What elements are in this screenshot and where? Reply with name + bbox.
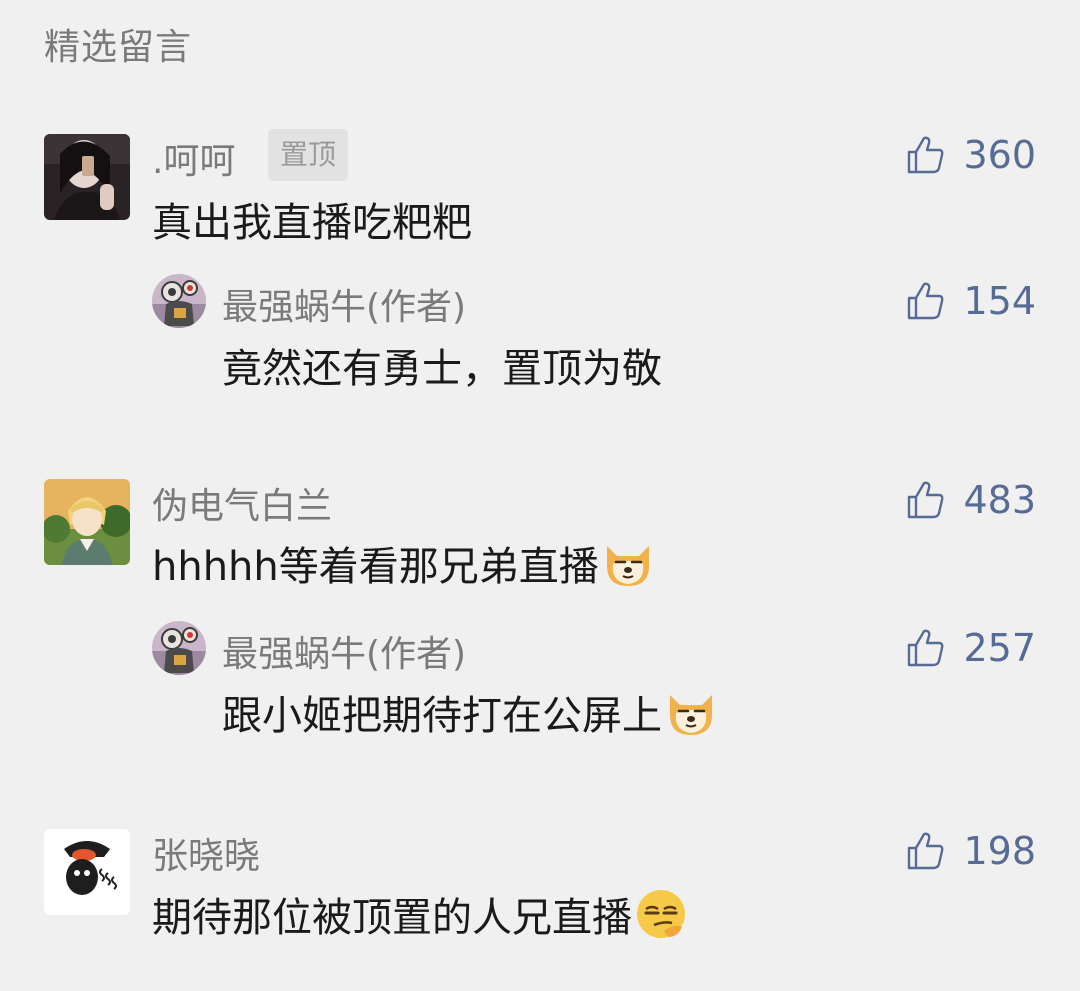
like-button[interactable]: 198 <box>905 829 1036 873</box>
comment-text: hhhhh等着看那兄弟直播 <box>152 534 655 592</box>
dark-selfie-avatar-icon <box>44 134 130 220</box>
like-count: 483 <box>963 478 1036 522</box>
avatar[interactable] <box>152 274 206 328</box>
comment-nickname[interactable]: .呵呵 <box>152 132 235 184</box>
reply-text-body: 竟然还有勇士，置顶为敬 <box>222 346 662 392</box>
avatar[interactable] <box>152 621 206 675</box>
reply-text-body: 跟小姬把期待打在公屏上 <box>222 693 662 739</box>
like-count: 257 <box>963 626 1036 670</box>
reply-text: 跟小姬把期待打在公屏上 <box>222 683 718 741</box>
doge-emoji-icon <box>601 536 655 590</box>
like-button[interactable]: 360 <box>905 133 1036 177</box>
avatar[interactable] <box>44 134 130 220</box>
comment-text: 真出我直播吃粑粑 <box>152 190 472 248</box>
like-count: 360 <box>963 133 1036 177</box>
avatar[interactable] <box>44 479 130 565</box>
comment-nickname[interactable]: 伪电气白兰 <box>152 477 332 529</box>
reply-nickname[interactable]: 最强蜗牛(作者) <box>222 278 466 330</box>
snail-robot-avatar-icon <box>152 621 206 675</box>
thumbs-up-icon <box>908 136 944 174</box>
snail-robot-avatar-icon <box>152 274 206 328</box>
black-bird-avatar-icon <box>44 829 130 915</box>
thumbs-up-icon <box>908 481 944 519</box>
comment-text-body: hhhhh等着看那兄弟直播 <box>152 544 599 590</box>
like-button[interactable]: 154 <box>905 279 1036 323</box>
like-count: 198 <box>963 829 1036 873</box>
section-title: 精选留言 <box>44 27 193 68</box>
comment-text-body: 真出我直播吃粑粑 <box>152 200 472 246</box>
comment-text: 期待那位被顶置的人兄直播 <box>152 885 688 943</box>
thumbs-up-icon <box>908 629 944 667</box>
thumbs-up-icon <box>908 832 944 870</box>
avatar[interactable] <box>44 829 130 915</box>
anime-boy-avatar-icon <box>44 479 130 565</box>
comment-text-body: 期待那位被顶置的人兄直播 <box>152 895 632 941</box>
like-button[interactable]: 257 <box>905 626 1036 670</box>
thumbs-up-icon <box>908 282 944 320</box>
reply-nickname[interactable]: 最强蜗牛(作者) <box>222 625 466 677</box>
like-button[interactable]: 483 <box>905 478 1036 522</box>
comment-nickname[interactable]: 张晓晓 <box>152 827 260 879</box>
doge-emoji-icon <box>664 685 718 739</box>
like-count: 154 <box>963 279 1036 323</box>
pinned-badge: 置顶 <box>268 129 349 181</box>
reply-text: 竟然还有勇士，置顶为敬 <box>222 336 662 394</box>
smirk-emoji-icon <box>634 887 688 941</box>
